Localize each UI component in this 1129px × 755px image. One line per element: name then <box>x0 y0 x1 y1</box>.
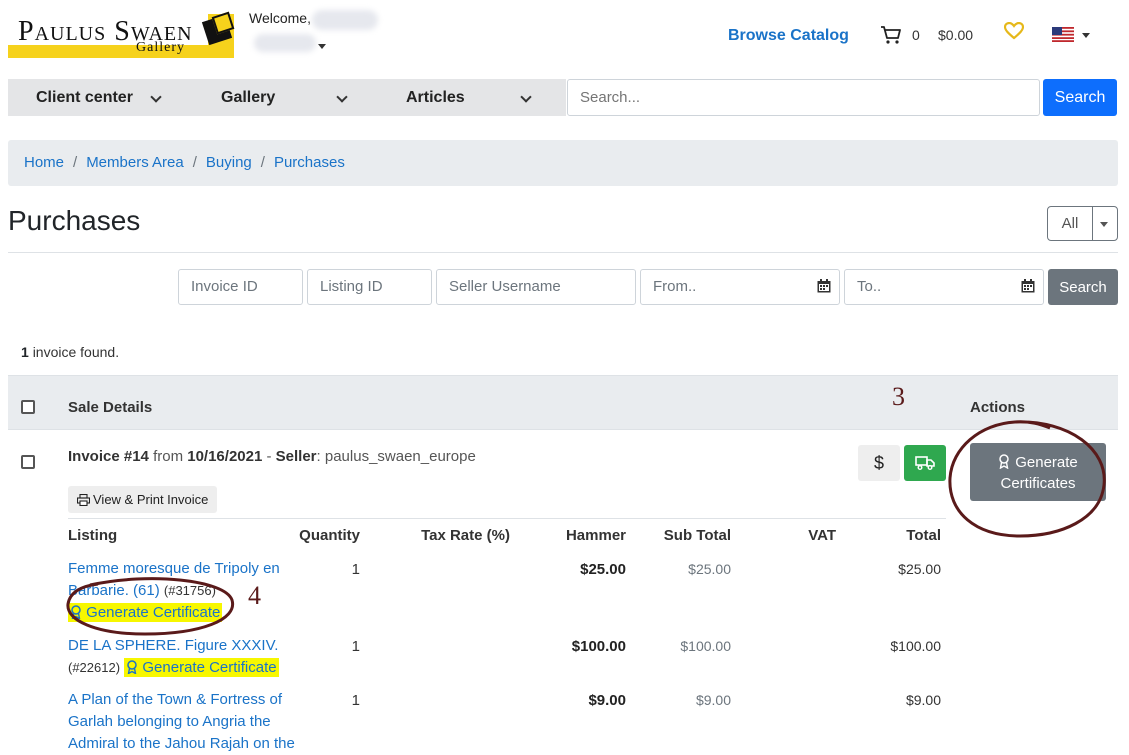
results-count: 1 invoice found. <box>21 344 120 360</box>
view-print-invoice-button[interactable]: View & Print Invoice <box>68 486 218 513</box>
language-caret-icon[interactable] <box>1082 33 1090 38</box>
caret-down-icon[interactable] <box>1100 222 1108 227</box>
hammer-cell: $9.00 <box>588 692 626 709</box>
main-nav: Client center Gallery Articles <box>8 79 566 116</box>
subtotal-cell: $9.00 <box>695 692 731 708</box>
col-total: Total <box>906 527 941 544</box>
col-listing: Listing <box>68 527 118 544</box>
nav-client-center[interactable]: Client center <box>36 79 133 116</box>
from-date-input[interactable]: From.. <box>640 269 840 305</box>
award-icon <box>999 454 1009 469</box>
col-hammer: Hammer <box>565 527 626 544</box>
sale-details-header: Sale Details <box>68 399 153 416</box>
calendar-icon[interactable] <box>1021 279 1035 293</box>
total-cell: $100.00 <box>890 638 941 654</box>
us-flag-icon[interactable] <box>1052 27 1074 42</box>
user-menu-caret-icon[interactable] <box>318 44 326 49</box>
total-cell: $25.00 <box>898 561 941 577</box>
table-header: Sale Details Actions <box>8 375 1118 430</box>
breadcrumb-home[interactable]: Home <box>24 154 64 171</box>
listing-id: (#22612) <box>68 660 121 675</box>
payment-button[interactable]: $ <box>858 445 900 481</box>
generate-certificate-link[interactable]: Generate Certificate <box>68 603 223 622</box>
quantity-cell: 1 <box>351 692 360 709</box>
subtotal-cell: $25.00 <box>688 561 731 577</box>
select-all-checkbox[interactable] <box>21 400 35 414</box>
hammer-cell: $25.00 <box>580 561 626 578</box>
logo-gallery-text: Gallery <box>136 40 185 55</box>
username-blurred <box>312 10 378 30</box>
generate-certificates-button[interactable]: Generate Certificates <box>970 443 1106 501</box>
page-title: Purchases <box>8 205 141 236</box>
award-icon <box>127 660 137 674</box>
col-vat: VAT <box>808 527 836 544</box>
breadcrumb-buying[interactable]: Buying <box>206 154 252 171</box>
award-icon <box>71 605 81 619</box>
invoice-checkbox[interactable] <box>21 455 35 469</box>
divider <box>8 252 1118 253</box>
listing-id-input[interactable]: Listing ID <box>307 269 432 305</box>
chevron-down-icon[interactable] <box>336 91 348 103</box>
browse-catalog-link[interactable]: Browse Catalog <box>728 27 849 45</box>
total-cell: $9.00 <box>905 692 941 708</box>
filter-search-button[interactable]: Search <box>1048 269 1118 305</box>
divider <box>68 518 946 519</box>
col-subtotal: Sub Total <box>663 527 731 544</box>
printer-icon <box>77 494 90 506</box>
status-filter-select[interactable]: All <box>1047 206 1118 241</box>
generate-certificate-link[interactable]: Generate Certificate <box>124 658 279 677</box>
nav-articles[interactable]: Articles <box>406 79 465 116</box>
chevron-down-icon[interactable] <box>150 91 162 103</box>
chevron-down-icon[interactable] <box>520 91 532 103</box>
invoice-title: Invoice #14 from 10/16/2021 - Seller: pa… <box>68 448 476 465</box>
nav-gallery[interactable]: Gallery <box>221 79 275 116</box>
breadcrumb-members-area[interactable]: Members Area <box>86 154 184 171</box>
breadcrumb-purchases[interactable]: Purchases <box>274 154 345 171</box>
col-quantity: Quantity <box>299 527 360 544</box>
to-date-input[interactable]: To.. <box>844 269 1044 305</box>
shipping-button[interactable] <box>904 445 946 481</box>
breadcrumb: Home / Members Area / Buying / Purchases <box>8 140 1118 186</box>
annotation-4: 4 <box>248 581 261 610</box>
user-menu-blurred[interactable] <box>254 34 316 52</box>
col-tax-rate: Tax Rate (%) <box>421 527 510 544</box>
welcome-text: Welcome, <box>249 10 311 26</box>
heart-icon[interactable] <box>1004 22 1024 40</box>
cart-icon[interactable] <box>880 25 902 45</box>
listing-link[interactable]: DE LA SPHERE. Figure XXXIV. <box>68 637 278 654</box>
cart-total: $0.00 <box>938 27 974 43</box>
site-search-input[interactable] <box>567 79 1040 116</box>
seller-username-input[interactable]: Seller Username <box>436 269 636 305</box>
listing-id: (#31756) <box>163 583 216 598</box>
quantity-cell: 1 <box>351 638 360 655</box>
hammer-cell: $100.00 <box>571 638 626 655</box>
invoice-id-input[interactable]: Invoice ID <box>178 269 303 305</box>
status-filter-value: All <box>1048 207 1093 240</box>
quantity-cell: 1 <box>351 561 360 578</box>
actions-header: Actions <box>970 399 1026 416</box>
site-search-button[interactable]: Search <box>1043 79 1117 116</box>
subtotal-cell: $100.00 <box>680 638 731 654</box>
cart-count: 0 <box>912 27 920 43</box>
truck-icon <box>915 456 935 470</box>
annotation-3: 3 <box>892 382 905 411</box>
calendar-icon[interactable] <box>817 279 831 293</box>
logo[interactable]: Paulus Swaen Gallery <box>8 11 235 58</box>
